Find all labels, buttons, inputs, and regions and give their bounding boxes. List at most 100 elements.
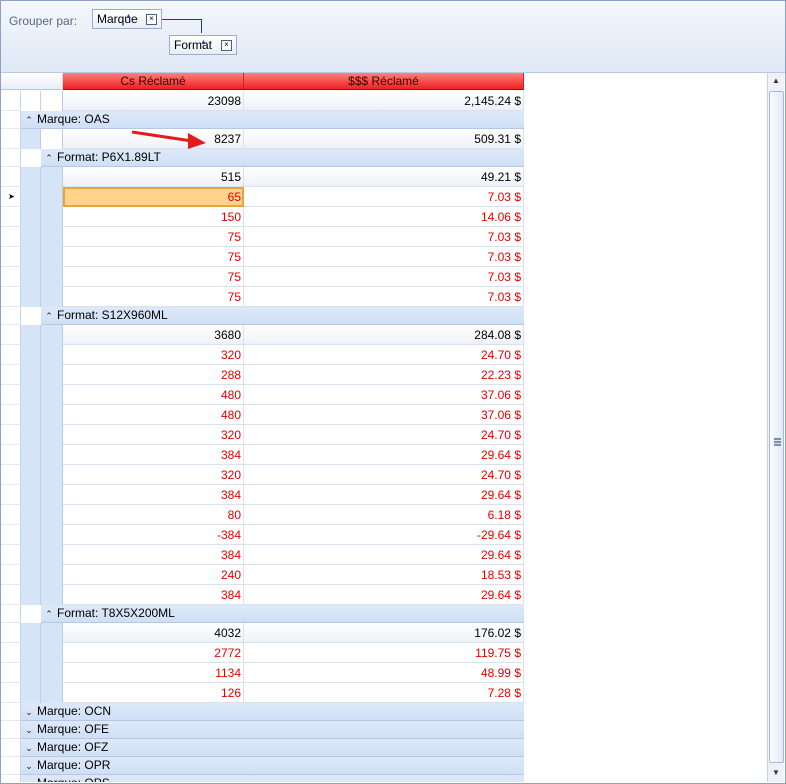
cs-cell[interactable]: 240 — [63, 565, 244, 585]
table-row[interactable]: 150 14.06 $ — [1, 207, 524, 227]
amount-cell[interactable]: -29.64 $ — [244, 525, 524, 545]
amount-cell[interactable]: 7.03 $ — [244, 267, 524, 287]
row-selector[interactable] — [1, 111, 21, 129]
amount-cell[interactable]: 22.23 $ — [244, 365, 524, 385]
column-header-cs-reclame[interactable]: Cs Réclamé — [63, 73, 244, 90]
group-row[interactable]: ⌄ Marque: OFZ — [21, 739, 524, 757]
group-row[interactable]: ⌃ Format: P6X1.89LT — [41, 149, 524, 167]
summary-cs-cell[interactable]: 3680 — [63, 325, 244, 345]
row-selector[interactable] — [1, 775, 21, 782]
amount-cell[interactable]: 24.70 $ — [244, 345, 524, 365]
table-row[interactable]: ➤ 65 7.03 $ — [1, 187, 524, 207]
close-icon[interactable]: × — [146, 14, 157, 25]
amount-cell[interactable]: 24.70 $ — [244, 425, 524, 445]
table-row[interactable]: 480 37.06 $ — [1, 405, 524, 425]
amount-cell[interactable]: 6.18 $ — [244, 505, 524, 525]
cs-cell[interactable]: 1134 — [63, 663, 244, 683]
amount-cell[interactable]: 29.64 $ — [244, 445, 524, 465]
cs-cell[interactable]: 2772 — [63, 643, 244, 663]
row-selector[interactable] — [1, 465, 21, 485]
amount-cell[interactable]: 18.53 $ — [244, 565, 524, 585]
cs-cell[interactable]: 384 — [63, 445, 244, 465]
amount-cell[interactable]: 7.03 $ — [244, 247, 524, 267]
summary-cs-cell[interactable]: 4032 — [63, 623, 244, 643]
table-row[interactable]: 480 37.06 $ — [1, 385, 524, 405]
group-row[interactable]: ⌃ Marque: OAS — [21, 111, 524, 129]
cs-cell[interactable]: 480 — [63, 405, 244, 425]
row-selector[interactable] — [1, 167, 21, 187]
table-row[interactable]: 384 29.64 $ — [1, 485, 524, 505]
scroll-up-icon[interactable]: ▲ — [768, 73, 784, 89]
row-selector[interactable] — [1, 525, 21, 545]
group-row[interactable]: ⌃ Format: T8X5X200ML — [41, 605, 524, 623]
chevron-up-icon[interactable]: ⌃ — [21, 112, 37, 129]
row-selector[interactable] — [1, 485, 21, 505]
row-selector[interactable]: ➤ — [1, 187, 21, 207]
group-row[interactable]: ⌄ Marque: OPR — [21, 757, 524, 775]
chevron-down-icon[interactable]: ⌄ — [21, 776, 37, 782]
row-selector[interactable] — [1, 207, 21, 227]
group-row[interactable]: ⌄Marque: OPS — [21, 775, 524, 782]
row-selector[interactable] — [1, 227, 21, 247]
cs-cell[interactable]: 80 — [63, 505, 244, 525]
table-row[interactable]: 2772 119.75 $ — [1, 643, 524, 663]
row-selector[interactable] — [1, 129, 21, 149]
amount-cell[interactable]: 7.03 $ — [244, 187, 524, 207]
row-selector[interactable] — [1, 643, 21, 663]
table-row[interactable]: -384 -29.64 $ — [1, 525, 524, 545]
summary-amount-cell[interactable]: 176.02 $ — [244, 623, 524, 643]
table-row[interactable]: 384 29.64 $ — [1, 445, 524, 465]
vertical-scrollbar[interactable]: ▲ ▬ ▬ ▬ ▼ — [767, 73, 784, 782]
group-row[interactable]: ⌄ Marque: OCN — [21, 703, 524, 721]
cs-cell[interactable]: 75 — [63, 287, 244, 307]
chevron-up-icon[interactable]: ⌃ — [41, 606, 57, 623]
scroll-thumb[interactable]: ▬ ▬ ▬ — [769, 91, 784, 763]
row-selector[interactable] — [1, 325, 21, 345]
table-row[interactable]: 126 7.28 $ — [1, 683, 524, 703]
cs-cell[interactable]: 480 — [63, 385, 244, 405]
row-selector[interactable] — [1, 585, 21, 605]
summary-amount-cell[interactable]: 509.31 $ — [244, 129, 524, 149]
cs-cell[interactable]: 75 — [63, 267, 244, 287]
table-row[interactable]: 384 29.64 $ — [1, 545, 524, 565]
scroll-down-icon[interactable]: ▼ — [768, 765, 784, 781]
cs-cell[interactable]: 320 — [63, 345, 244, 365]
table-row[interactable]: 320 24.70 $ — [1, 425, 524, 445]
row-selector[interactable] — [1, 703, 21, 721]
row-selector[interactable] — [1, 505, 21, 525]
summary-amount-cell[interactable]: 49.21 $ — [244, 167, 524, 187]
amount-cell[interactable]: 37.06 $ — [244, 405, 524, 425]
amount-cell[interactable]: 29.64 $ — [244, 585, 524, 605]
row-selector[interactable] — [1, 365, 21, 385]
cs-cell[interactable]: 65 — [63, 187, 244, 207]
cs-cell[interactable]: 288 — [63, 365, 244, 385]
row-selector[interactable] — [1, 405, 21, 425]
cs-cell[interactable]: -384 — [63, 525, 244, 545]
close-icon[interactable]: × — [221, 40, 232, 51]
chevron-down-icon[interactable]: ⌄ — [21, 704, 37, 721]
group-chip-marque[interactable]: ▲ Marque × — [92, 9, 162, 29]
amount-cell[interactable]: 48.99 $ — [244, 663, 524, 683]
cs-cell[interactable]: 384 — [63, 485, 244, 505]
table-row[interactable]: 384 29.64 $ — [1, 585, 524, 605]
row-selector[interactable] — [1, 623, 21, 643]
table-row[interactable]: 320 24.70 $ — [1, 465, 524, 485]
summary-amount-cell[interactable]: 284.08 $ — [244, 325, 524, 345]
amount-cell[interactable]: 29.64 $ — [244, 485, 524, 505]
cs-cell[interactable]: 384 — [63, 585, 244, 605]
chevron-up-icon[interactable]: ⌃ — [41, 150, 57, 167]
row-selector[interactable] — [1, 425, 21, 445]
chevron-down-icon[interactable]: ⌄ — [21, 722, 37, 739]
amount-cell[interactable]: 37.06 $ — [244, 385, 524, 405]
table-row[interactable]: 320 24.70 $ — [1, 345, 524, 365]
cs-cell[interactable]: 320 — [63, 465, 244, 485]
summary-cs-cell[interactable]: 515 — [63, 167, 244, 187]
amount-cell[interactable]: 7.28 $ — [244, 683, 524, 703]
row-selector[interactable] — [1, 757, 21, 775]
amount-cell[interactable]: 14.06 $ — [244, 207, 524, 227]
row-selector[interactable] — [1, 149, 21, 167]
row-selector[interactable] — [1, 739, 21, 757]
row-selector[interactable] — [1, 683, 21, 703]
cs-cell[interactable]: 384 — [63, 545, 244, 565]
table-row[interactable]: 288 22.23 $ — [1, 365, 524, 385]
